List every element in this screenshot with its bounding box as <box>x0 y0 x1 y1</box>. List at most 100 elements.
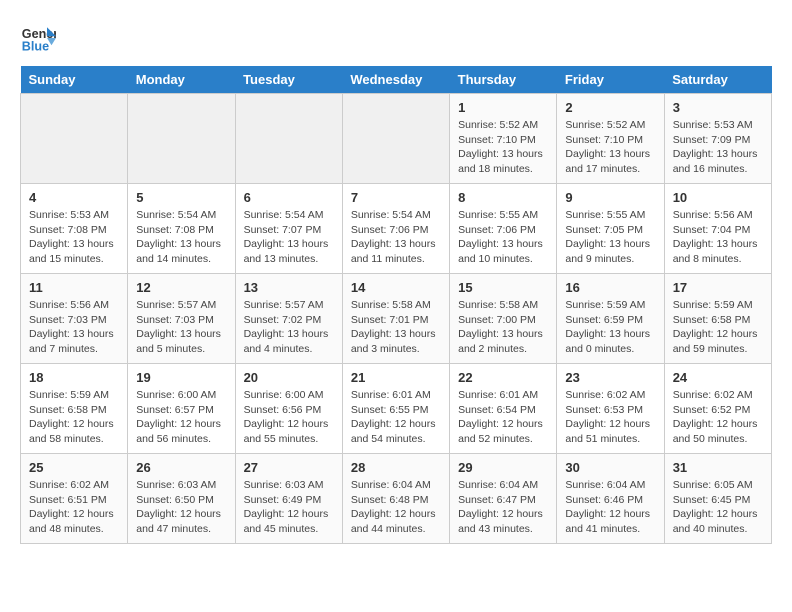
day-number: 25 <box>29 460 119 475</box>
day-number: 13 <box>244 280 334 295</box>
day-number: 16 <box>565 280 655 295</box>
day-info: Sunrise: 6:00 AM Sunset: 6:57 PM Dayligh… <box>136 388 226 447</box>
day-info: Sunrise: 6:05 AM Sunset: 6:45 PM Dayligh… <box>673 478 763 537</box>
day-number: 24 <box>673 370 763 385</box>
day-number: 11 <box>29 280 119 295</box>
calendar-cell: 17 Sunrise: 5:59 AM Sunset: 6:58 PM Dayli… <box>664 274 771 364</box>
day-number: 17 <box>673 280 763 295</box>
day-info: Sunrise: 6:04 AM Sunset: 6:47 PM Dayligh… <box>458 478 548 537</box>
day-number: 10 <box>673 190 763 205</box>
calendar-cell: 25 Sunrise: 6:02 AM Sunset: 6:51 PM Dayli… <box>21 454 128 544</box>
day-number: 12 <box>136 280 226 295</box>
day-number: 15 <box>458 280 548 295</box>
calendar-cell: 13 Sunrise: 5:57 AM Sunset: 7:02 PM Dayli… <box>235 274 342 364</box>
calendar-cell: 9Sunrise: 5:55 AM Sunset: 7:05 PM Daylig… <box>557 184 664 274</box>
calendar-cell: 10 Sunrise: 5:56 AM Sunset: 7:04 PM Dayli… <box>664 184 771 274</box>
day-number: 5 <box>136 190 226 205</box>
day-info: Sunrise: 5:58 AM Sunset: 7:01 PM Dayligh… <box>351 298 441 357</box>
header: General Blue <box>20 20 772 56</box>
day-number: 20 <box>244 370 334 385</box>
day-number: 29 <box>458 460 548 475</box>
calendar-cell <box>128 94 235 184</box>
day-number: 26 <box>136 460 226 475</box>
day-info: Sunrise: 6:02 AM Sunset: 6:53 PM Dayligh… <box>565 388 655 447</box>
day-info: Sunrise: 6:03 AM Sunset: 6:50 PM Dayligh… <box>136 478 226 537</box>
calendar-week-row: 1 Sunrise: 5:52 AM Sunset: 7:10 PM Daylig… <box>21 94 772 184</box>
calendar-cell: 28Sunrise: 6:04 AM Sunset: 6:48 PM Dayli… <box>342 454 449 544</box>
weekday-header-row: SundayMondayTuesdayWednesdayThursdayFrid… <box>21 66 772 94</box>
day-info: Sunrise: 5:53 AM Sunset: 7:08 PM Dayligh… <box>29 208 119 267</box>
day-info: Sunrise: 5:59 AM Sunset: 6:58 PM Dayligh… <box>29 388 119 447</box>
day-number: 14 <box>351 280 441 295</box>
weekday-header-sunday: Sunday <box>21 66 128 94</box>
day-info: Sunrise: 6:04 AM Sunset: 6:46 PM Dayligh… <box>565 478 655 537</box>
day-number: 31 <box>673 460 763 475</box>
day-info: Sunrise: 6:00 AM Sunset: 6:56 PM Dayligh… <box>244 388 334 447</box>
day-info: Sunrise: 5:54 AM Sunset: 7:07 PM Dayligh… <box>244 208 334 267</box>
calendar-cell: 12 Sunrise: 5:57 AM Sunset: 7:03 PM Dayli… <box>128 274 235 364</box>
calendar-cell: 27 Sunrise: 6:03 AM Sunset: 6:49 PM Dayli… <box>235 454 342 544</box>
day-info: Sunrise: 5:56 AM Sunset: 7:03 PM Dayligh… <box>29 298 119 357</box>
day-info: Sunrise: 5:58 AM Sunset: 7:00 PM Dayligh… <box>458 298 548 357</box>
day-number: 23 <box>565 370 655 385</box>
calendar-cell: 29 Sunrise: 6:04 AM Sunset: 6:47 PM Dayli… <box>450 454 557 544</box>
calendar-cell: 3 Sunrise: 5:53 AM Sunset: 7:09 PM Daylig… <box>664 94 771 184</box>
calendar-week-row: 25 Sunrise: 6:02 AM Sunset: 6:51 PM Dayli… <box>21 454 772 544</box>
day-info: Sunrise: 6:04 AM Sunset: 6:48 PM Dayligh… <box>351 478 441 537</box>
logo-icon: General Blue <box>20 20 56 56</box>
calendar-cell: 30 Sunrise: 6:04 AM Sunset: 6:46 PM Dayli… <box>557 454 664 544</box>
day-info: Sunrise: 5:52 AM Sunset: 7:10 PM Dayligh… <box>565 118 655 177</box>
calendar-cell: 20 Sunrise: 6:00 AM Sunset: 6:56 PM Dayli… <box>235 364 342 454</box>
day-info: Sunrise: 5:59 AM Sunset: 6:59 PM Dayligh… <box>565 298 655 357</box>
weekday-header-friday: Friday <box>557 66 664 94</box>
calendar-table: SundayMondayTuesdayWednesdayThursdayFrid… <box>20 66 772 544</box>
calendar-cell: 8 Sunrise: 5:55 AM Sunset: 7:06 PM Daylig… <box>450 184 557 274</box>
calendar-cell: 5 Sunrise: 5:54 AM Sunset: 7:08 PM Daylig… <box>128 184 235 274</box>
day-info: Sunrise: 5:59 AM Sunset: 6:58 PM Dayligh… <box>673 298 763 357</box>
calendar-cell: 7 Sunrise: 5:54 AM Sunset: 7:06 PM Daylig… <box>342 184 449 274</box>
day-number: 8 <box>458 190 548 205</box>
day-info: Sunrise: 6:03 AM Sunset: 6:49 PM Dayligh… <box>244 478 334 537</box>
svg-text:Blue: Blue <box>22 40 49 54</box>
day-number: 27 <box>244 460 334 475</box>
day-number: 3 <box>673 100 763 115</box>
calendar-cell: 1 Sunrise: 5:52 AM Sunset: 7:10 PM Daylig… <box>450 94 557 184</box>
weekday-header-thursday: Thursday <box>450 66 557 94</box>
weekday-header-tuesday: Tuesday <box>235 66 342 94</box>
day-number: 2 <box>565 100 655 115</box>
day-info: Sunrise: 6:02 AM Sunset: 6:52 PM Dayligh… <box>673 388 763 447</box>
weekday-header-saturday: Saturday <box>664 66 771 94</box>
day-info: Sunrise: 5:57 AM Sunset: 7:03 PM Dayligh… <box>136 298 226 357</box>
day-number: 18 <box>29 370 119 385</box>
calendar-cell: 18 Sunrise: 5:59 AM Sunset: 6:58 PM Dayli… <box>21 364 128 454</box>
day-info: Sunrise: 6:01 AM Sunset: 6:54 PM Dayligh… <box>458 388 548 447</box>
calendar-cell: 15 Sunrise: 5:58 AM Sunset: 7:00 PM Dayli… <box>450 274 557 364</box>
calendar-cell: 24 Sunrise: 6:02 AM Sunset: 6:52 PM Dayli… <box>664 364 771 454</box>
logo: General Blue <box>20 20 56 56</box>
calendar-cell: 22 Sunrise: 6:01 AM Sunset: 6:54 PM Dayli… <box>450 364 557 454</box>
day-number: 30 <box>565 460 655 475</box>
day-number: 22 <box>458 370 548 385</box>
calendar-cell: 23 Sunrise: 6:02 AM Sunset: 6:53 PM Dayli… <box>557 364 664 454</box>
day-info: Sunrise: 5:53 AM Sunset: 7:09 PM Dayligh… <box>673 118 763 177</box>
day-number: 21 <box>351 370 441 385</box>
day-info: Sunrise: 5:55 AM Sunset: 7:06 PM Dayligh… <box>458 208 548 267</box>
calendar-cell: 14 Sunrise: 5:58 AM Sunset: 7:01 PM Dayli… <box>342 274 449 364</box>
day-info: Sunrise: 6:02 AM Sunset: 6:51 PM Dayligh… <box>29 478 119 537</box>
day-info: Sunrise: 5:54 AM Sunset: 7:08 PM Dayligh… <box>136 208 226 267</box>
calendar-week-row: 18 Sunrise: 5:59 AM Sunset: 6:58 PM Dayli… <box>21 364 772 454</box>
weekday-header-wednesday: Wednesday <box>342 66 449 94</box>
day-number: 7 <box>351 190 441 205</box>
calendar-cell: 11 Sunrise: 5:56 AM Sunset: 7:03 PM Dayli… <box>21 274 128 364</box>
day-info: Sunrise: 5:54 AM Sunset: 7:06 PM Dayligh… <box>351 208 441 267</box>
calendar-cell: 31 Sunrise: 6:05 AM Sunset: 6:45 PM Dayli… <box>664 454 771 544</box>
calendar-cell: 2 Sunrise: 5:52 AM Sunset: 7:10 PM Daylig… <box>557 94 664 184</box>
day-number: 1 <box>458 100 548 115</box>
day-number: 9 <box>565 190 655 205</box>
day-number: 4 <box>29 190 119 205</box>
day-info: Sunrise: 5:52 AM Sunset: 7:10 PM Dayligh… <box>458 118 548 177</box>
calendar-cell: 19Sunrise: 6:00 AM Sunset: 6:57 PM Dayli… <box>128 364 235 454</box>
day-info: Sunrise: 5:57 AM Sunset: 7:02 PM Dayligh… <box>244 298 334 357</box>
day-info: Sunrise: 5:56 AM Sunset: 7:04 PM Dayligh… <box>673 208 763 267</box>
calendar-week-row: 4 Sunrise: 5:53 AM Sunset: 7:08 PM Daylig… <box>21 184 772 274</box>
